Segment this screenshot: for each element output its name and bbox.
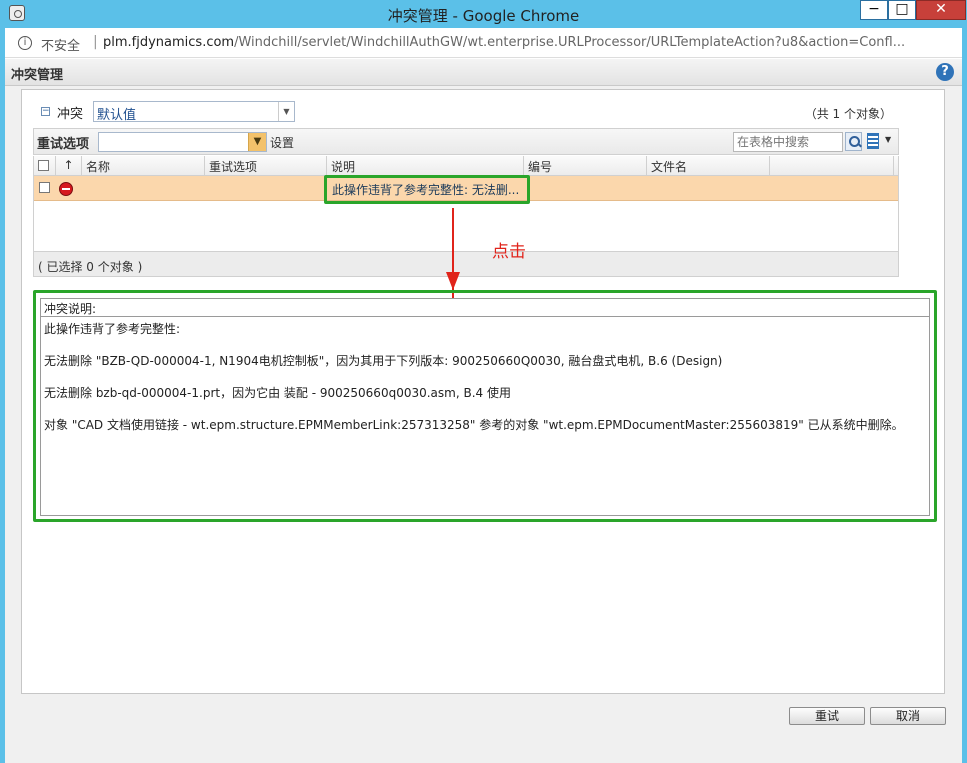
page-title: 冲突管理 — [11, 68, 64, 83]
table-toolbar: 重试选项 ▼ 设置 ▼ — [33, 128, 899, 155]
description-line: 无法删除 bzb-qd-000004-1.prt，因为它由 装配 - 90025… — [44, 386, 511, 400]
selected-count: ( 已选择 0 个对象 ) — [38, 260, 143, 274]
sort-icon[interactable]: ↑ — [56, 156, 82, 175]
search-icon[interactable] — [845, 132, 862, 151]
table-view-icon[interactable] — [867, 133, 879, 149]
chevron-down-icon[interactable]: ▼ — [248, 133, 266, 151]
info-icon[interactable]: i — [18, 36, 32, 50]
column-header-retry[interactable]: 重试选项 — [205, 156, 327, 175]
maximize-button[interactable]: □ — [888, 0, 916, 20]
column-header-number[interactable]: 编号 — [524, 156, 647, 175]
retry-button[interactable]: 重试 — [789, 707, 865, 725]
security-status: 不安全 — [41, 39, 81, 54]
column-header-description[interactable]: 说明 — [327, 156, 524, 175]
table-search-input[interactable] — [733, 132, 843, 152]
select-all-cell — [34, 156, 56, 175]
description-line: 此操作违背了参考完整性: — [44, 322, 181, 336]
help-icon[interactable]: ? — [936, 63, 954, 81]
table-header: ↑ 名称 重试选项 说明 编号 文件名 — [33, 156, 899, 176]
annotation-arrow-head — [446, 272, 460, 290]
annotation-click-label: 点击 — [492, 242, 526, 262]
address-bar[interactable]: i 不安全 | plm.fjdynamics.com/Windchill/ser… — [5, 28, 962, 58]
url-path: /Windchill/servlet/WindchillAuthGW/wt.en… — [234, 35, 906, 50]
conflict-description-header: 冲突说明: — [41, 299, 929, 317]
column-header-empty — [770, 156, 894, 175]
close-button[interactable]: ✕ — [916, 0, 966, 20]
view-select[interactable]: 默认值 ▼ — [93, 101, 295, 123]
retry-options-select[interactable]: ▼ — [98, 132, 267, 152]
window-titlebar: 冲突管理 - Google Chrome − □ ✕ — [0, 0, 967, 28]
chevron-down-icon[interactable]: ▼ — [278, 102, 294, 121]
highlight-box-description: 冲突说明: 此操作违背了参考完整性: 无法删除 "BZB-QD-000004-1… — [33, 290, 937, 522]
conflict-panel: − 冲突 默认值 ▼ （共 1 个对象） 重试选项 ▼ 设置 ▼ ↑ 名称 — [21, 89, 945, 694]
error-icon — [59, 182, 73, 196]
url-host: plm.fjdynamics.com — [103, 35, 235, 50]
highlight-box-description-cell — [324, 175, 530, 204]
view-select-value: 默认值 — [97, 108, 137, 123]
column-header-name[interactable]: 名称 — [82, 156, 205, 175]
window-frame-right — [962, 28, 967, 763]
chevron-down-icon[interactable]: ▼ — [885, 135, 891, 144]
url-separator: | — [93, 34, 98, 50]
set-button[interactable]: 设置 — [270, 134, 294, 151]
description-line: 对象 "CAD 文档使用链接 - wt.epm.structure.EPMMem… — [44, 418, 904, 432]
table-footer: ( 已选择 0 个对象 ) — [33, 251, 899, 277]
url-text[interactable]: plm.fjdynamics.com/Windchill/servlet/Win… — [103, 35, 953, 50]
minimize-button[interactable]: − — [860, 0, 888, 20]
conflict-label: 冲突 — [57, 107, 84, 122]
row-checkbox[interactable] — [39, 182, 50, 193]
retry-options-label: 重试选项 — [37, 137, 90, 152]
window-title: 冲突管理 - Google Chrome — [387, 7, 580, 25]
description-line: 无法删除 "BZB-QD-000004-1, N1904电机控制板"，因为其用于… — [44, 354, 723, 368]
object-count: （共 1 个对象） — [804, 107, 892, 121]
collapse-icon[interactable]: − — [41, 107, 50, 116]
column-header-filename[interactable]: 文件名 — [647, 156, 770, 175]
select-all-checkbox[interactable] — [38, 160, 49, 171]
content-area: − 冲突 默认值 ▼ （共 1 个对象） 重试选项 ▼ 设置 ▼ ↑ 名称 — [5, 86, 962, 763]
conflict-description-box: 冲突说明: 此操作违背了参考完整性: 无法删除 "BZB-QD-000004-1… — [40, 298, 930, 516]
page-header: 冲突管理 ? — [5, 59, 962, 86]
cancel-button[interactable]: 取消 — [870, 707, 946, 725]
